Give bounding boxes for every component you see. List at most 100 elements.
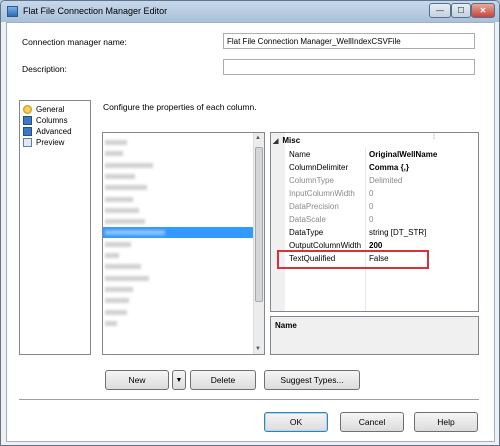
collapse-triangle-icon[interactable]: ◢ <box>273 138 278 145</box>
property-value[interactable]: 200 <box>369 241 382 250</box>
property-name: DataType <box>289 228 324 237</box>
advanced-icon <box>23 126 32 136</box>
page-nav-list: General Columns Advanced Preview <box>19 100 91 355</box>
dialog-window: Flat File Connection Manager Editor — ☐ … <box>0 0 500 446</box>
property-row[interactable]: ColumnType Delimited <box>287 174 478 187</box>
obscured-column-name <box>105 151 123 157</box>
columns-scrollbar[interactable]: ▲ ▼ <box>253 133 264 354</box>
list-item[interactable] <box>103 227 253 239</box>
nav-item-general[interactable]: General <box>23 104 64 114</box>
description-input[interactable] <box>223 59 475 75</box>
list-item[interactable] <box>103 160 253 171</box>
grid-grip-icon: ⁞ <box>433 134 435 141</box>
obscured-column-name <box>105 320 117 326</box>
nav-item-label: General <box>36 104 65 114</box>
grid-margin <box>271 133 285 311</box>
property-name: Name <box>289 150 311 159</box>
minimize-button[interactable]: — <box>429 3 451 18</box>
footer-separator <box>19 399 479 400</box>
property-value[interactable]: Delimited <box>369 176 402 185</box>
property-row[interactable]: DataPrecision 0 <box>287 200 478 213</box>
nav-item-label: Columns <box>36 115 68 125</box>
property-description-panel: Name <box>270 316 479 355</box>
suggest-types-button[interactable]: Suggest Types... <box>264 370 360 390</box>
list-item[interactable] <box>103 273 253 284</box>
property-value[interactable]: 0 <box>369 189 373 198</box>
grid-category-label: Misc <box>282 136 301 145</box>
property-name: OutputColumnWidth <box>289 241 362 250</box>
property-value[interactable]: string [DT_STR] <box>369 228 426 237</box>
description-label: Description: <box>22 64 67 74</box>
connection-name-label: Connection manager name: <box>22 37 127 47</box>
window-title: Flat File Connection Manager Editor <box>23 6 168 16</box>
property-name: ColumnDelimiter <box>289 163 349 172</box>
obscured-column-name <box>105 196 133 202</box>
obscured-column-name <box>105 253 119 258</box>
list-item[interactable] <box>103 182 253 193</box>
textqualified-highlight <box>277 250 429 269</box>
property-value[interactable]: OriginalWellName <box>369 150 437 159</box>
maximize-button[interactable]: ☐ <box>451 3 471 18</box>
obscured-column-name <box>105 298 129 304</box>
list-item[interactable] <box>103 250 253 261</box>
preview-icon <box>23 137 32 147</box>
connection-name-input[interactable]: Flat File Connection Manager_WellIndexCS… <box>223 33 475 49</box>
nav-item-label: Advanced <box>36 126 72 136</box>
grid-category[interactable]: ◢ Misc <box>273 136 300 145</box>
property-name: DataScale <box>289 215 326 224</box>
new-dropdown-arrow-icon[interactable]: ▼ <box>172 370 186 390</box>
nav-item-label: Preview <box>36 137 65 147</box>
property-value[interactable]: Comma {,} <box>369 163 409 172</box>
list-item[interactable] <box>103 216 253 227</box>
list-item[interactable] <box>103 171 253 182</box>
list-item[interactable] <box>103 148 253 159</box>
nav-item-preview[interactable]: Preview <box>23 137 64 147</box>
obscured-column-name <box>105 309 127 315</box>
obscured-column-name <box>105 264 141 270</box>
obscured-column-name <box>105 185 147 191</box>
obscured-column-name <box>105 241 131 247</box>
property-grid[interactable]: ◢ Misc Name OriginalWellName ColumnDelimite… <box>270 132 479 312</box>
list-item[interactable] <box>103 307 253 318</box>
scroll-down-arrow-icon[interactable]: ▼ <box>255 346 261 352</box>
obscured-column-name <box>105 219 145 225</box>
obscured-column-name <box>105 275 149 281</box>
columns-list[interactable]: ▲ ▼ <box>102 132 265 355</box>
nav-item-columns[interactable]: Columns <box>23 115 68 125</box>
list-item[interactable] <box>103 137 253 148</box>
new-button[interactable]: New <box>105 370 169 390</box>
cancel-button[interactable]: Cancel <box>340 412 404 432</box>
title-bar[interactable]: Flat File Connection Manager Editor — ☐ … <box>1 1 499 22</box>
obscured-column-name <box>105 162 153 168</box>
delete-button[interactable]: Delete <box>190 370 256 390</box>
property-name: ColumnType <box>289 176 334 185</box>
ok-button[interactable]: OK <box>264 412 328 432</box>
scroll-thumb[interactable] <box>255 147 263 302</box>
property-name: DataPrecision <box>289 202 339 211</box>
list-item[interactable] <box>103 295 253 306</box>
property-row[interactable]: InputColumnWidth 0 <box>287 187 478 200</box>
help-button[interactable]: Help <box>414 412 478 432</box>
instructions-text: Configure the properties of each column. <box>103 102 257 112</box>
property-value[interactable]: 0 <box>369 202 373 211</box>
list-item[interactable] <box>103 239 253 250</box>
close-button[interactable]: ✕ <box>471 3 495 18</box>
columns-icon <box>23 115 32 125</box>
obscured-column-name <box>105 173 135 179</box>
nav-item-advanced[interactable]: Advanced <box>23 126 72 136</box>
property-description-title: Name <box>275 321 297 330</box>
property-row[interactable]: ColumnDelimiter Comma {,} <box>287 161 478 174</box>
app-icon <box>7 6 18 17</box>
list-item[interactable] <box>103 261 253 272</box>
property-row[interactable]: DataType string [DT_STR] <box>287 226 478 239</box>
list-item[interactable] <box>103 318 253 329</box>
property-value[interactable]: 0 <box>369 215 373 224</box>
list-item[interactable] <box>103 205 253 216</box>
property-row[interactable]: DataScale 0 <box>287 213 478 226</box>
property-row[interactable]: Name OriginalWellName <box>287 148 478 161</box>
list-item[interactable] <box>103 284 253 295</box>
general-icon <box>23 104 32 114</box>
scroll-up-arrow-icon[interactable]: ▲ <box>255 135 261 141</box>
list-item[interactable] <box>103 194 253 205</box>
property-name: InputColumnWidth <box>289 189 355 198</box>
